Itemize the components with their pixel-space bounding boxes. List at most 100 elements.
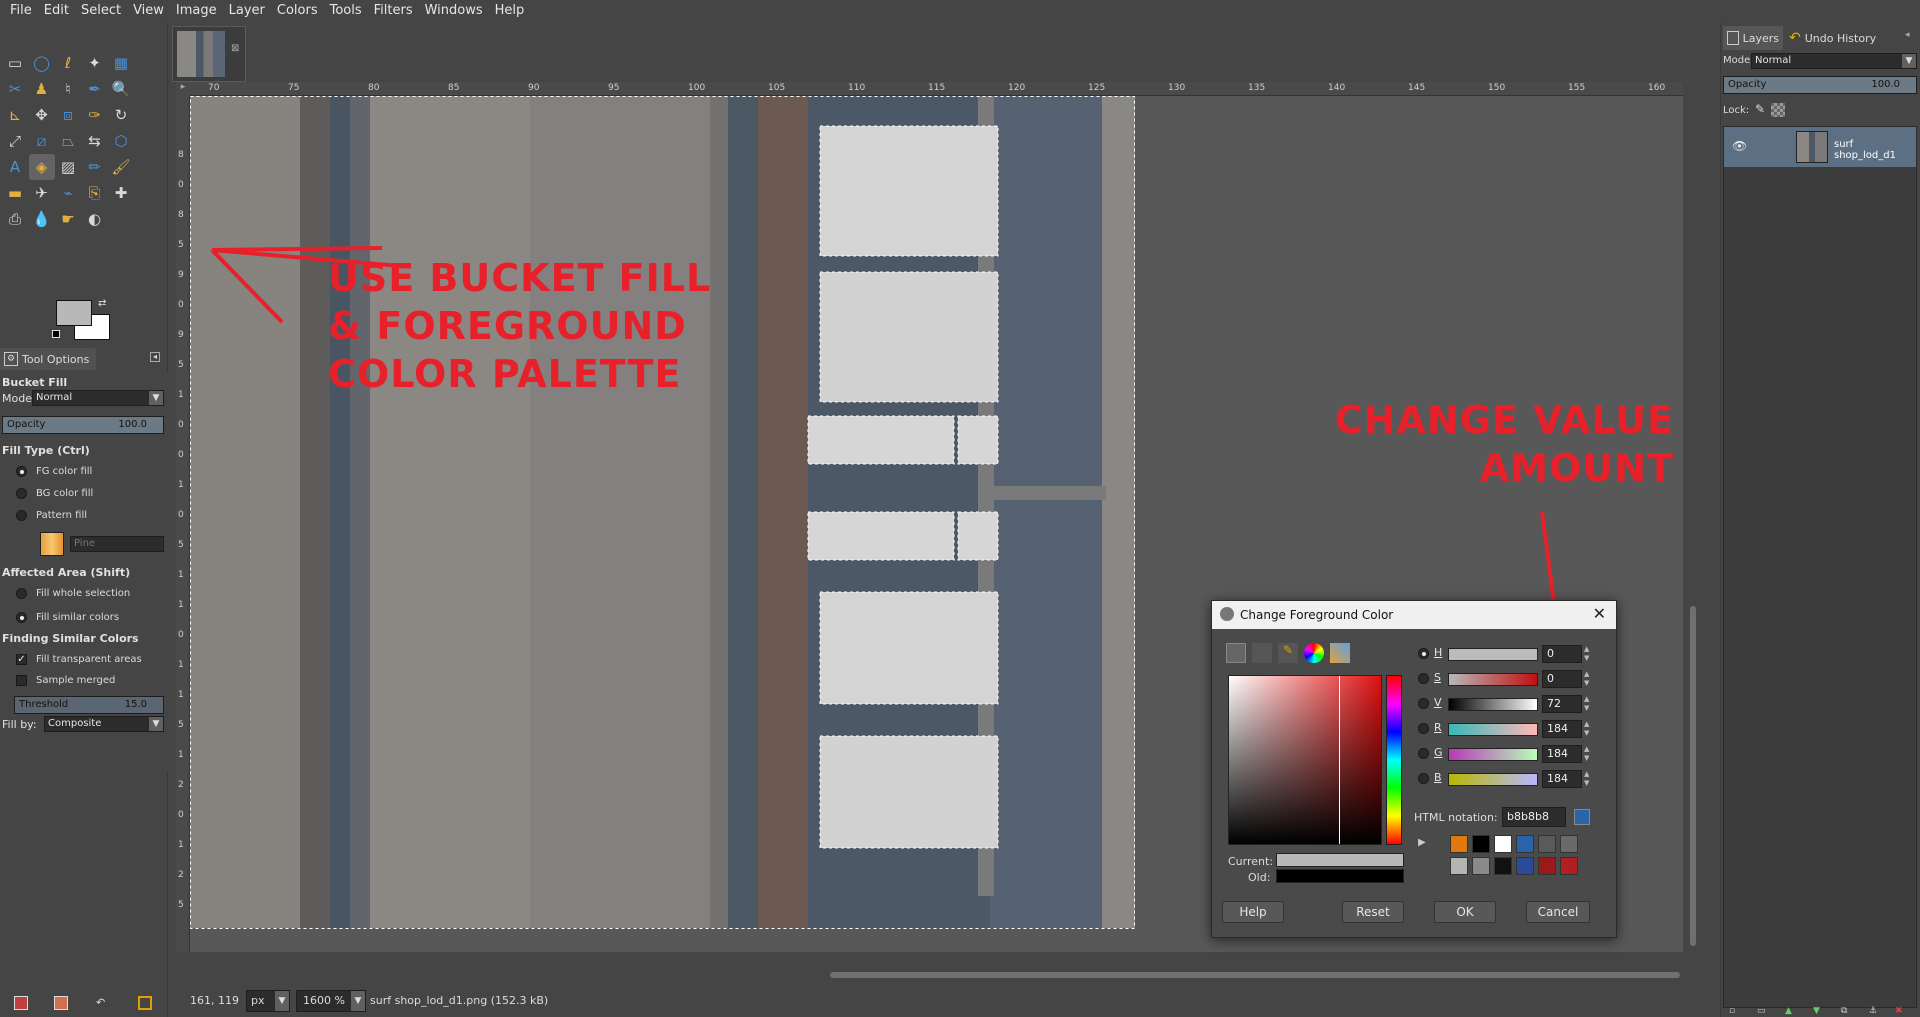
ruler-corner-icon[interactable]: ▸ xyxy=(176,82,190,96)
tab-layers[interactable]: Layers xyxy=(1723,26,1783,50)
image-tab[interactable]: ⊠ xyxy=(172,26,246,82)
channel-slider[interactable] xyxy=(1448,648,1538,661)
eraser-icon[interactable]: ▬ xyxy=(2,180,28,206)
foreground-select-icon[interactable]: ♟ xyxy=(29,76,55,102)
help-button[interactable]: Help xyxy=(1222,901,1284,923)
tab-tool-options[interactable]: ⚙ Tool Options xyxy=(0,348,96,370)
history-swatch[interactable] xyxy=(1516,835,1534,853)
blend-icon[interactable]: ▨ xyxy=(55,154,81,180)
channel-value-input[interactable]: 72 xyxy=(1542,695,1582,713)
opacity-slider[interactable]: Opacity 100.0 xyxy=(2,416,164,434)
channel-slider[interactable] xyxy=(1448,773,1538,786)
panel-menu-icon[interactable]: ◂ xyxy=(150,352,160,362)
menu-view[interactable]: View xyxy=(127,0,170,22)
channel-slider[interactable] xyxy=(1448,748,1538,761)
history-swatch[interactable] xyxy=(1494,835,1512,853)
history-swatch[interactable] xyxy=(1472,857,1490,875)
menu-edit[interactable]: Edit xyxy=(38,0,75,22)
spin-arrows-icon[interactable]: ▲ ▼ xyxy=(1584,670,1592,688)
spin-arrows-icon[interactable]: ▲ ▼ xyxy=(1584,695,1592,713)
select-by-color-icon[interactable]: ▦ xyxy=(108,50,134,76)
menu-windows[interactable]: Windows xyxy=(419,0,489,22)
bg-fill-radio[interactable] xyxy=(16,488,27,499)
channel-value-input[interactable]: 184 xyxy=(1542,745,1582,763)
spin-arrows-icon[interactable]: ▲ ▼ xyxy=(1584,745,1592,763)
close-icon[interactable]: ✕ xyxy=(1593,604,1606,623)
menu-tools[interactable]: Tools xyxy=(324,0,368,22)
history-swatch[interactable] xyxy=(1538,857,1556,875)
fill-transparent-checkbox[interactable]: ✓ xyxy=(16,654,27,665)
clone-icon[interactable]: ⎘ xyxy=(82,180,108,206)
bucket-fill-icon[interactable]: ◈ xyxy=(28,154,55,180)
close-icon[interactable]: ⊠ xyxy=(231,43,239,54)
eye-icon[interactable]: 👁 xyxy=(1732,139,1747,153)
flip-icon[interactable]: ⇆ xyxy=(82,128,108,154)
html-notation-input[interactable]: b8b8b8 xyxy=(1502,807,1566,827)
history-swatch[interactable] xyxy=(1516,857,1534,875)
lower-layer-icon[interactable]: ▼ xyxy=(1813,1006,1820,1016)
history-swatch[interactable] xyxy=(1538,835,1556,853)
lock-pixels-icon[interactable]: ✎ xyxy=(1755,102,1765,116)
layer-row[interactable]: 👁 surf shop_lod_d1 xyxy=(1724,127,1916,167)
ink-icon[interactable]: ⌁ xyxy=(55,180,81,206)
pattern-fill-radio[interactable] xyxy=(16,510,27,521)
foreground-color-swatch[interactable] xyxy=(56,300,92,326)
blur-icon[interactable]: 💧 xyxy=(29,206,55,232)
dodge-burn-icon[interactable]: ◐ xyxy=(82,206,108,232)
fill-whole-selection-radio[interactable] xyxy=(16,588,27,599)
menu-file[interactable]: File xyxy=(4,0,38,22)
panel-menu-icon[interactable]: ◂ xyxy=(1905,30,1910,40)
spin-arrows-icon[interactable]: ▲ ▼ xyxy=(1584,720,1592,738)
reset-options-icon[interactable] xyxy=(138,996,152,1010)
paths-icon[interactable]: ♮ xyxy=(55,76,81,102)
history-swatch[interactable] xyxy=(1472,835,1490,853)
smudge-icon[interactable]: ☛ xyxy=(55,206,81,232)
airbrush-icon[interactable]: ✈ xyxy=(29,180,55,206)
align-icon[interactable]: ⧈ xyxy=(55,102,81,128)
scroll-thumb[interactable] xyxy=(1690,606,1696,946)
duplicate-layer-icon[interactable]: ⧉ xyxy=(1841,1006,1847,1016)
fuzzy-select-icon[interactable]: ✦ xyxy=(82,50,108,76)
lock-alpha-icon[interactable] xyxy=(1771,103,1785,117)
channel-value-input[interactable]: 184 xyxy=(1542,720,1582,738)
layer-mode-select[interactable]: Normal ▼ xyxy=(1751,53,1917,69)
pattern-preview[interactable] xyxy=(40,532,64,556)
perspective-clone-icon[interactable]: ⎙ xyxy=(2,206,28,232)
scale-icon[interactable]: ⤢ xyxy=(2,128,28,154)
hue-strip[interactable] xyxy=(1386,675,1402,845)
anchor-layer-icon[interactable]: ⚓ xyxy=(1869,1006,1877,1016)
color-picker-icon[interactable] xyxy=(1574,809,1590,825)
cmyk-selector-icon[interactable] xyxy=(1252,643,1272,663)
default-colors-icon[interactable] xyxy=(52,330,60,338)
history-swatch[interactable] xyxy=(1450,835,1468,853)
threshold-slider[interactable]: Threshold 15.0 xyxy=(14,696,164,714)
menu-colors[interactable]: Colors xyxy=(271,0,324,22)
fill-by-select[interactable]: Composite ▼ xyxy=(44,716,164,732)
restore-options-icon[interactable] xyxy=(54,996,68,1010)
tab-undo-history[interactable]: ↶ Undo History xyxy=(1785,26,1885,50)
menu-image[interactable]: Image xyxy=(170,0,223,22)
gimp-selector-icon[interactable] xyxy=(1226,643,1246,663)
perspective-icon[interactable]: ⏢ xyxy=(55,128,81,154)
move-icon[interactable]: ✥ xyxy=(29,102,55,128)
channel-radio[interactable] xyxy=(1418,648,1429,659)
delete-options-icon[interactable]: ↶ xyxy=(96,996,110,1010)
horizontal-scrollbar[interactable] xyxy=(190,968,1683,982)
channel-radio[interactable] xyxy=(1418,773,1429,784)
mode-select[interactable]: Normal ▼ xyxy=(32,390,164,406)
scroll-thumb[interactable] xyxy=(830,972,1680,978)
fg-bg-color-selector[interactable]: ⇄ xyxy=(52,298,116,344)
channel-radio[interactable] xyxy=(1418,723,1429,734)
zoom-select[interactable]: 1600 % ▼ xyxy=(296,989,366,1012)
spin-arrows-icon[interactable]: ▲ ▼ xyxy=(1584,645,1592,663)
menu-select[interactable]: Select xyxy=(75,0,127,22)
pencil-icon[interactable]: ✏ xyxy=(82,154,108,180)
new-layer-icon[interactable]: ▫ xyxy=(1729,1006,1735,1016)
history-swatch[interactable] xyxy=(1560,835,1578,853)
swap-colors-icon[interactable]: ⇄ xyxy=(98,298,106,309)
rotate-icon[interactable]: ↻ xyxy=(108,102,134,128)
history-swatch[interactable] xyxy=(1494,857,1512,875)
measure-icon[interactable]: ⊾ xyxy=(2,102,28,128)
shear-icon[interactable]: ⧄ xyxy=(29,128,55,154)
channel-radio[interactable] xyxy=(1418,698,1429,709)
